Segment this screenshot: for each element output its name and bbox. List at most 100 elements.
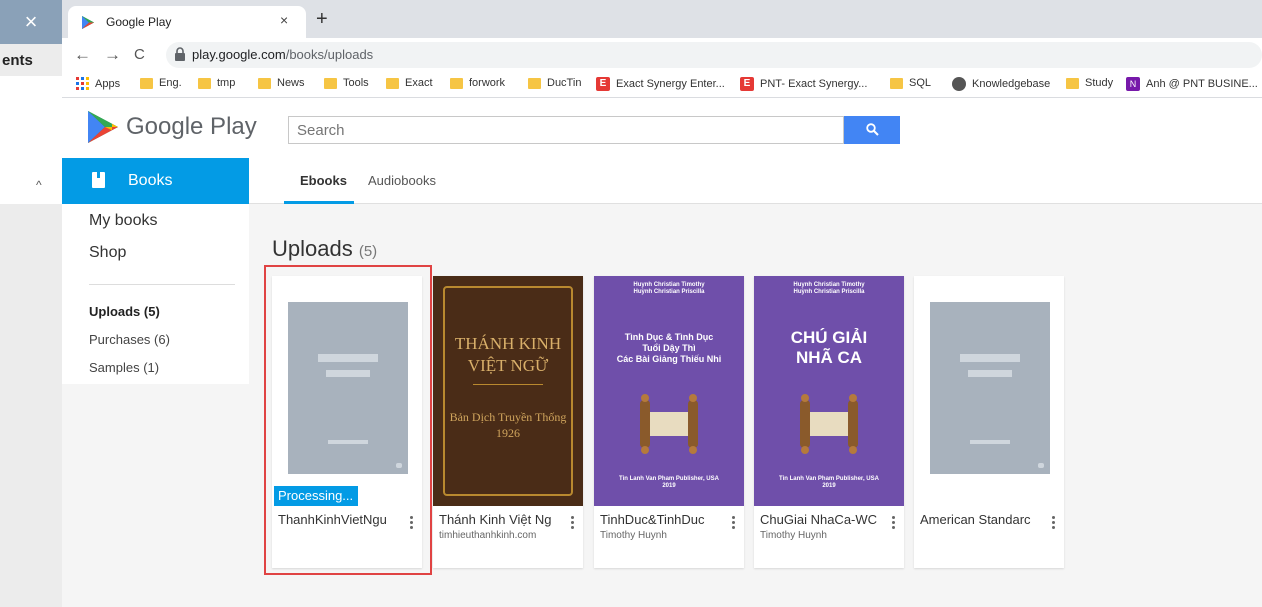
book-card[interactable]: THÁNH KINH VIỆT NGỮ Bản Dịch Truyền Thốn…	[433, 276, 583, 568]
url-text: play.google.com/books/uploads	[192, 47, 374, 62]
book-card[interactable]: Huynh Christian Timothy Huỳnh Christian P…	[754, 276, 904, 568]
book-title[interactable]: Thánh Kinh Việt Ng	[439, 512, 567, 527]
folder-icon	[386, 77, 399, 89]
browser-window: Google Play × + ← → C play.google.com/bo…	[62, 0, 1262, 607]
highlight-box	[264, 265, 432, 575]
forward-button[interactable]: →	[104, 45, 121, 65]
placeholder-cover	[930, 302, 1050, 474]
cover-text: VIỆT NGỮ	[467, 356, 549, 375]
chevron-up-icon[interactable]: ^	[36, 178, 42, 192]
book-icon	[92, 172, 105, 188]
google-play-page: Google Play Books Ebooks Audiobooks My b	[62, 98, 1262, 607]
google-play-icon	[88, 111, 118, 143]
bookmark-sql[interactable]: SQL	[890, 77, 931, 89]
category-books[interactable]: Books	[62, 158, 249, 204]
folder-icon	[450, 77, 463, 89]
exact-icon: E	[740, 77, 754, 91]
cover-text: THÁNH KINH	[454, 334, 562, 353]
more-options-icon[interactable]	[571, 516, 575, 531]
onenote-icon: N	[1126, 77, 1140, 91]
category-label: Books	[128, 172, 173, 189]
bookmark-label: PNT- Exact Synergy...	[760, 78, 868, 90]
tab-title: Google Play	[106, 15, 172, 29]
cover-author: Huynh Christian Timothy Huỳnh Christian P…	[793, 282, 865, 295]
bookmark-tmp[interactable]: tmp	[198, 77, 235, 89]
more-options-icon[interactable]	[892, 516, 896, 531]
bookmark-forwork[interactable]: forwork	[450, 77, 505, 89]
bookmark-knowledgebase[interactable]: Knowledgebase	[952, 77, 1050, 91]
tab-strip: Google Play × +	[62, 0, 1262, 38]
nav-my-books[interactable]: My books	[89, 212, 157, 230]
background-window: × ents ^	[0, 0, 62, 607]
sub-navigation: Books Ebooks Audiobooks	[62, 158, 1262, 204]
bookmark-label: Exact Synergy Enter...	[616, 78, 725, 90]
cover-text: Bản Dịch Truyền Thống	[449, 410, 567, 424]
folder-icon	[324, 77, 337, 89]
bookmark-label: Tools	[343, 77, 369, 89]
scroll-icon	[640, 394, 698, 454]
folder-icon	[198, 77, 211, 89]
nav-uploads[interactable]: Uploads (5)	[89, 304, 160, 319]
google-play-icon	[82, 16, 94, 29]
bookmark-label: Eng.	[159, 77, 182, 89]
bookmark-apps[interactable]: Apps	[76, 77, 120, 90]
book-cover[interactable]: Huynh Christian Timothy Huỳnh Christian P…	[594, 276, 744, 506]
bookmark-label: Study	[1085, 77, 1114, 89]
nav-purchases[interactable]: Purchases (6)	[89, 332, 170, 347]
book-cover[interactable]: THÁNH KINH VIỆT NGỮ Bản Dịch Truyền Thốn…	[433, 276, 583, 506]
cover-frame	[443, 286, 573, 496]
reload-button[interactable]: C	[134, 46, 145, 63]
more-options-icon[interactable]	[1052, 516, 1056, 531]
search-input[interactable]	[289, 117, 829, 143]
tab-ebooks[interactable]: Ebooks	[300, 173, 347, 188]
bookmark-label: Anh @ PNT BUSINE...	[1146, 78, 1258, 90]
tab-close-icon[interactable]: ×	[280, 12, 288, 28]
bookmark-eng[interactable]: Eng.	[140, 77, 182, 89]
divider	[89, 284, 235, 285]
background-window-label: ents	[2, 52, 33, 69]
more-options-icon[interactable]	[732, 516, 736, 531]
folder-icon	[258, 77, 271, 89]
bookmark-ductin[interactable]: DucTin	[528, 77, 581, 89]
book-title[interactable]: ChuGiai NhaCa-WC	[760, 512, 888, 527]
address-bar[interactable]: play.google.com/books/uploads	[166, 42, 1262, 68]
search-icon	[865, 123, 879, 136]
book-cover[interactable]: Huynh Christian Timothy Huỳnh Christian P…	[754, 276, 904, 506]
book-card[interactable]: Huynh Christian Timothy Huỳnh Christian P…	[594, 276, 744, 568]
bookmark-label: Apps	[95, 77, 121, 90]
bookmark-news[interactable]: News	[258, 77, 305, 89]
folder-icon	[1066, 77, 1079, 89]
active-tab-indicator	[284, 201, 354, 204]
book-author: Timothy Huynh	[600, 530, 667, 541]
new-tab-button[interactable]: +	[316, 8, 328, 31]
tab-audiobooks[interactable]: Audiobooks	[368, 173, 436, 188]
book-card[interactable]: American Standarc	[914, 276, 1064, 568]
bookmark-pnt-exact[interactable]: E PNT- Exact Synergy...	[740, 77, 867, 91]
bookmark-anh-pnt[interactable]: N Anh @ PNT BUSINE...	[1126, 77, 1258, 91]
cover-title: CHÚ GIẢI NHÃ CA	[790, 328, 868, 367]
divider	[473, 384, 543, 385]
bookmark-exact-synergy[interactable]: E Exact Synergy Enter...	[596, 77, 725, 91]
logo-text: Google Play	[126, 113, 257, 140]
book-title[interactable]: TinhDuc&TinhDuc	[600, 512, 728, 527]
lock-icon	[175, 47, 185, 61]
nav-samples[interactable]: Samples (1)	[89, 360, 159, 375]
folder-icon	[890, 77, 903, 89]
nav-shop[interactable]: Shop	[89, 244, 126, 262]
bookmark-exact[interactable]: Exact	[386, 77, 433, 89]
search-button[interactable]	[844, 116, 900, 144]
book-title[interactable]: American Standarc	[920, 512, 1048, 527]
bookmark-study[interactable]: Study	[1066, 77, 1113, 89]
browser-tab[interactable]: Google Play ×	[68, 6, 306, 38]
bookmark-label: SQL	[909, 77, 932, 89]
page-title: Uploads (5)	[272, 236, 378, 261]
cover-text: 1926	[496, 426, 520, 440]
search-box	[288, 116, 844, 144]
google-play-logo[interactable]: Google Play	[88, 111, 257, 143]
bookmark-tools[interactable]: Tools	[324, 77, 369, 89]
book-cover[interactable]	[914, 276, 1064, 506]
scroll-icon	[800, 394, 858, 454]
globe-icon	[952, 77, 966, 91]
close-icon[interactable]: ×	[0, 0, 62, 44]
back-button[interactable]: ←	[74, 45, 91, 65]
